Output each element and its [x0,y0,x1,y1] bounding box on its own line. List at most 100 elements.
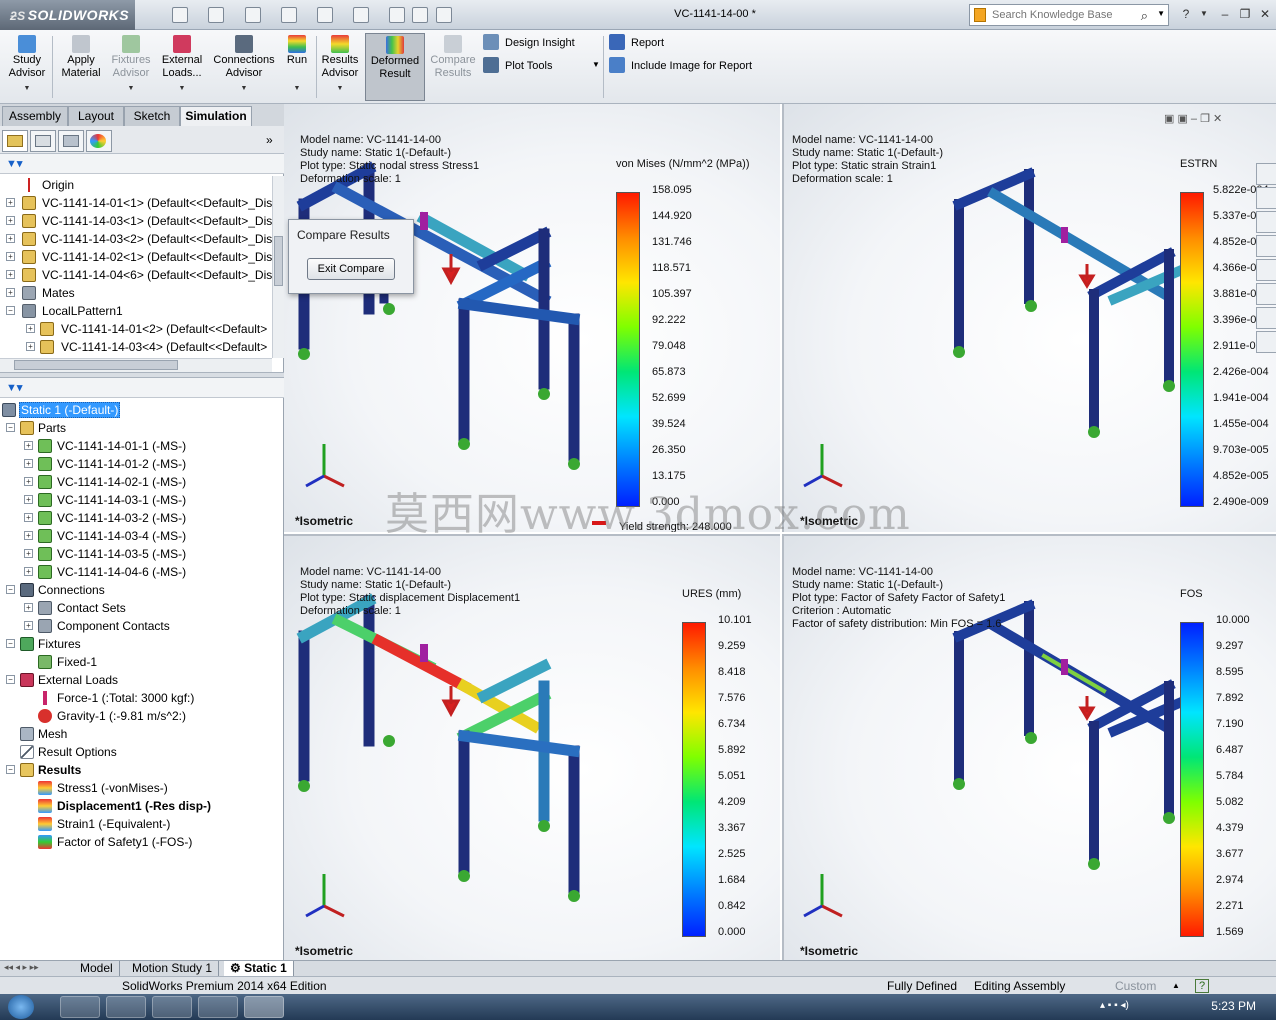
restore-icon[interactable]: ❐ [1235,5,1255,23]
chevron-down-icon[interactable]: ▼ [108,82,154,95]
viewport-factor-of-safety[interactable]: Model name: VC-1141-14-00 Study name: St… [782,534,1276,960]
quick-tips-icon[interactable]: ? [1195,979,1209,993]
tab-simulation[interactable]: Simulation [180,106,252,126]
clock[interactable]: 5:23 PM [1211,999,1256,1013]
tree-item-part[interactable]: + VC-1141-14-03<4> (Default<<Default> [0,338,272,356]
tree-item-part[interactable]: + VC-1141-14-02<1> (Default<<Default>_Dis [0,248,272,266]
viewport-stress[interactable]: Model name: VC-1141-14-00 Study name: St… [284,104,780,532]
tab-scroll-arrows[interactable]: ◂◂ ◂ ▸ ▸▸ [4,962,39,973]
expand-icon[interactable]: + [24,603,33,612]
search-icon[interactable]: ⌕ [1141,8,1148,24]
home-icon[interactable] [1256,187,1276,209]
tree-item-sim-part[interactable]: + VC-1141-14-03-5 (-MS-) [0,545,272,563]
tree-item-sim-part[interactable]: + VC-1141-14-04-6 (-MS-) [0,563,272,581]
expand-icon[interactable]: + [6,288,15,297]
filter-icon[interactable]: ▼▾ [6,381,22,394]
start-button-icon[interactable] [8,995,34,1019]
expand-icon[interactable]: + [24,567,33,576]
plot-tools-button[interactable]: Plot Tools [483,57,553,75]
chevron-down-icon[interactable]: ▼ [318,82,362,95]
file-properties-icon[interactable] [412,7,428,23]
tree-item-sim-part[interactable]: + VC-1141-14-03-1 (-MS-) [0,491,272,509]
tree-item-sim-part[interactable]: + VC-1141-14-03-4 (-MS-) [0,527,272,545]
viewport-controls[interactable]: ▣ ▣ – ❐ ✕ [1164,112,1222,125]
tab-sketch[interactable]: Sketch [124,106,180,126]
include-image-button[interactable]: Include Image for Report [609,57,752,75]
property-manager-tab[interactable] [30,130,56,152]
help-dropdown-icon[interactable]: ▼ [1194,5,1214,23]
expand-icon[interactable]: + [24,531,33,540]
tree-item-parts[interactable]: − Parts [0,419,272,437]
expand-panel-icon[interactable]: » [266,133,273,147]
tree-item-sim-part[interactable]: + VC-1141-14-01-1 (-MS-) [0,437,272,455]
design-library-icon[interactable] [1256,211,1276,233]
select-icon[interactable] [353,7,369,23]
chevron-down-icon[interactable]: ▼ [282,82,312,95]
expand-icon[interactable]: + [24,513,33,522]
expand-icon[interactable]: + [24,621,33,630]
tree-item-pattern[interactable]: − LocalLPattern1 [0,302,272,320]
apply-material-button[interactable]: Apply Material [56,33,106,101]
tree-item-gravity[interactable]: Gravity-1 (:-9.81 m/s^2:) [0,707,272,725]
expand-icon[interactable]: + [24,441,33,450]
internet-explorer-icon[interactable] [60,996,100,1018]
rebuild-icon[interactable] [389,7,405,23]
tree-item-sim-part[interactable]: + VC-1141-14-01-2 (-MS-) [0,455,272,473]
connections-advisor-button[interactable]: Connections Advisor ▼ [210,33,278,101]
options-icon[interactable] [436,7,452,23]
tree-item-origin[interactable]: Origin [0,176,272,194]
undo-icon[interactable] [317,7,333,23]
solidworks-logo[interactable]: ƻS SOLIDWORKS [0,0,135,30]
print-icon[interactable] [281,7,297,23]
expand-icon[interactable]: + [24,477,33,486]
tree-item-part[interactable]: + VC-1141-14-03<2> (Default<<Default>_Dis [0,230,272,248]
chevron-down-icon[interactable]: ▼ [158,82,206,95]
tree-item-connections[interactable]: − Connections [0,581,272,599]
tree-item-part[interactable]: + VC-1141-14-01<1> (Default<<Default>_Dis [0,194,272,212]
save-icon[interactable] [245,7,261,23]
collapse-icon[interactable]: − [6,585,15,594]
filter-icon[interactable]: ▼▾ [6,157,22,170]
vertical-scrollbar[interactable] [272,176,284,358]
simulation-filter-bar[interactable]: ▼▾ [0,378,284,398]
collapse-icon[interactable]: − [6,765,15,774]
tab-assembly[interactable]: Assembly [2,106,68,126]
viewport-strain[interactable]: Model name: VC-1141-14-00 Study name: St… [782,104,1276,532]
new-document-icon[interactable] [172,7,188,23]
tree-item-sim-part[interactable]: + VC-1141-14-03-2 (-MS-) [0,509,272,527]
expand-icon[interactable]: + [26,324,35,333]
expand-icon[interactable]: + [24,459,33,468]
units-status[interactable]: Custom [1115,977,1156,995]
tree-item-displacement-plot[interactable]: Displacement1 (-Res disp-) [0,797,272,815]
compare-results-button[interactable]: Compare Results [428,33,478,101]
view-palette-icon[interactable] [1256,259,1276,281]
results-advisor-button[interactable]: Results Advisor ▼ [318,33,362,101]
expand-icon[interactable]: + [6,252,15,261]
chevron-down-icon[interactable]: ▼ [210,82,278,95]
tree-item-component-contacts[interactable]: + Component Contacts [0,617,272,635]
tab-model[interactable]: Model [74,961,120,976]
tree-item-force[interactable]: Force-1 (:Total: 3000 kgf:) [0,689,272,707]
expand-icon[interactable]: + [6,270,15,279]
appearances-icon[interactable] [1256,283,1276,305]
tab-layout[interactable]: Layout [68,106,124,126]
tree-item-sim-part[interactable]: + VC-1141-14-02-1 (-MS-) [0,473,272,491]
tree-item-part[interactable]: + VC-1141-14-04<6> (Default<<Default>_Dis [0,266,272,284]
custom-properties-icon[interactable] [1256,307,1276,329]
design-insight-button[interactable]: Design Insight [483,34,575,52]
tab-motion-study[interactable]: Motion Study 1 [126,961,220,976]
close-icon[interactable]: ✕ [1255,5,1275,23]
collapse-icon[interactable]: − [6,306,15,315]
media-player-icon[interactable] [152,996,192,1018]
tree-item-strain-plot[interactable]: Strain1 (-Equivalent-) [0,815,272,833]
external-loads-button[interactable]: External Loads... ▼ [158,33,206,101]
tree-item-stress-plot[interactable]: Stress1 (-vonMises-) [0,779,272,797]
expand-icon[interactable]: + [26,342,35,351]
chevron-down-icon[interactable]: ▼ [1157,9,1165,18]
tree-item-fixed[interactable]: Fixed-1 [0,653,272,671]
help-button[interactable]: ? [1176,5,1196,23]
tree-item-result-options[interactable]: Result Options [0,743,272,761]
exit-compare-button[interactable]: Exit Compare [307,258,395,280]
expand-icon[interactable]: + [6,198,15,207]
tree-item-fos-plot[interactable]: Factor of Safety1 (-FOS-) [0,833,272,851]
